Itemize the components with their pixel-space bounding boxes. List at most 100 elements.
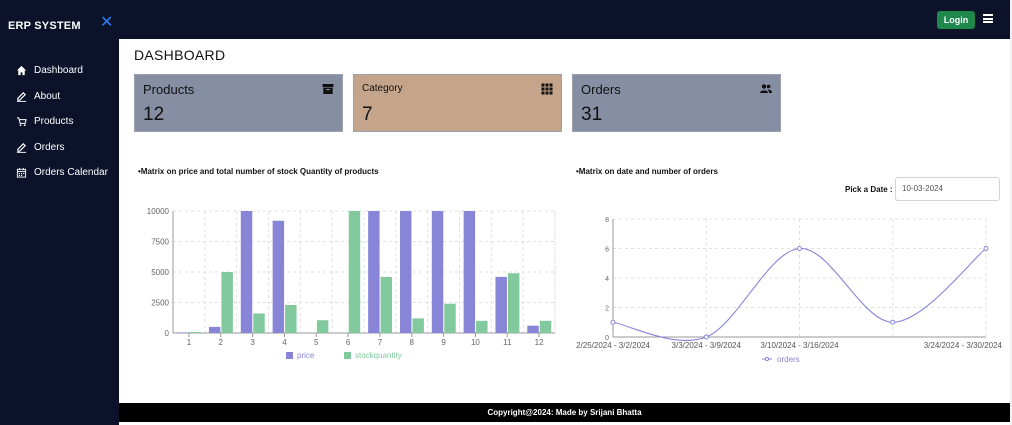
orders-point: [890, 319, 896, 325]
cart-icon: [16, 116, 27, 126]
left-chart-title: •Matrix on price and total number of sto…: [138, 167, 379, 176]
stockquantity-bar: [221, 272, 233, 333]
x-tick-label: 11: [503, 338, 512, 347]
sidebar-item-label: About: [34, 90, 61, 102]
orders-line-chart: 024682/25/2024 - 3/2/2024 3/3/2024 - 3/9/…: [576, 217, 1003, 364]
sidebar: Dashboard About Products Orders Orders C…: [0, 39, 119, 425]
grid-icon: [541, 83, 553, 95]
legend-swatch-point: [764, 356, 770, 362]
hamburger-menu-icon[interactable]: [983, 14, 993, 23]
y-tick-label: 2500: [151, 299, 169, 308]
price-bar: [527, 325, 539, 333]
card-value: 7: [362, 104, 373, 125]
price-bar: [240, 211, 253, 333]
orders-point: [983, 246, 989, 251]
card-title: Orders: [581, 82, 621, 97]
y-tick-label: 5000: [151, 268, 169, 277]
stockquantity-bar: [476, 320, 488, 333]
stockquantity-bar: [253, 313, 265, 333]
stockquantity-bar: [380, 276, 393, 333]
stockquantity-bar: [412, 318, 424, 333]
sidebar-item-dashboard[interactable]: Dashboard: [16, 63, 83, 77]
x-tick-label: 3/10/2024 - 3/16/2024: [760, 341, 839, 350]
x-tick-label: 2: [219, 338, 224, 347]
main-content: DASHBOARD Products 12 Category 7 Orders …: [119, 39, 1010, 403]
top-navbar: ERP SYSTEM ✕ Login: [0, 0, 1010, 39]
x-tick-label: 1: [187, 338, 192, 347]
y-tick-label: 0: [165, 329, 170, 338]
x-tick-label: 3: [250, 338, 255, 347]
sidebar-item-orders[interactable]: Orders: [16, 140, 65, 154]
sidebar-item-orders-calendar[interactable]: Orders Calendar: [16, 165, 108, 179]
users-icon: [760, 84, 772, 93]
legend-swatch: [286, 352, 293, 359]
products-card[interactable]: Products 12: [134, 74, 343, 132]
page-title: DASHBOARD: [134, 47, 226, 63]
stockquantity-bar: [507, 273, 520, 333]
legend-label: stockquantity: [355, 351, 402, 360]
close-icon[interactable]: ✕: [100, 15, 113, 31]
sidebar-item-products[interactable]: Products: [16, 114, 73, 128]
right-chart-title: •Matrix on date and number of orders: [576, 167, 718, 176]
pick-date-label: Pick a Date :: [845, 185, 893, 194]
edit-icon: [16, 91, 27, 102]
x-tick-label: 9: [441, 338, 446, 347]
sidebar-item-label: Products: [34, 115, 74, 127]
stockquantity-bar: [539, 320, 552, 333]
sidebar-item-label: Dashboard: [34, 64, 83, 76]
stockquantity-bar: [285, 304, 297, 333]
y-tick-label: 2: [605, 306, 609, 313]
price-bar: [208, 326, 221, 333]
price-bar: [272, 220, 285, 333]
x-tick-label: 12: [535, 338, 544, 347]
date-input[interactable]: 10-03-2024: [895, 177, 1000, 201]
footer: Copyright@2024: Made by Srijani Bhatta: [119, 403, 1010, 422]
y-tick-label: 10000: [147, 207, 170, 216]
x-tick-label: 6: [346, 338, 351, 347]
price-bar: [463, 211, 476, 333]
brand-title: ERP SYSTEM: [8, 20, 81, 32]
card-value: 12: [143, 104, 165, 125]
price-bar: [177, 332, 189, 333]
legend-label: orders: [777, 355, 800, 364]
price-stock-bar-chart: 0250050007500100001 2 3 4 5 6 7 8 9 10 11 12price st…: [147, 207, 556, 360]
stockquantity-bar: [316, 320, 329, 333]
card-title: Category: [362, 83, 403, 94]
stockquantity-bar: [444, 303, 456, 333]
x-tick-label: 3/3/2024 - 3/9/2024: [672, 341, 742, 350]
stockquantity-bar: [189, 332, 202, 333]
orders-point: [610, 319, 616, 325]
sidebar-item-label: Orders Calendar: [34, 166, 108, 178]
x-tick-label: 8: [410, 338, 415, 347]
login-button[interactable]: Login: [937, 11, 975, 29]
legend-label: price: [297, 351, 315, 360]
edit-icon: [16, 142, 27, 153]
category-card[interactable]: Category 7: [353, 74, 562, 132]
sidebar-item-about[interactable]: About: [16, 89, 60, 103]
price-bar: [368, 211, 380, 333]
orders-card[interactable]: Orders 31: [572, 74, 781, 132]
archive-icon: [322, 84, 334, 94]
price-bar: [495, 276, 507, 333]
calendar-icon: [16, 167, 27, 178]
y-tick-label: 8: [605, 217, 609, 224]
x-tick-label: 4: [282, 338, 287, 347]
stockquantity-bar: [348, 211, 361, 333]
y-tick-label: 4: [605, 276, 609, 283]
x-tick-label: 2/25/2024 - 3/2/2024: [576, 341, 650, 350]
orders-point: [797, 246, 802, 251]
legend-swatch: [344, 352, 351, 359]
x-tick-label: 10: [471, 338, 480, 347]
orders-point: [703, 334, 709, 340]
card-title: Products: [143, 82, 195, 97]
x-tick-label: 7: [378, 338, 383, 347]
x-tick-label: 5: [314, 338, 319, 347]
y-tick-label: 6: [605, 247, 609, 254]
x-tick-label: 3/24/2024 - 3/30/2024: [924, 341, 1003, 350]
sidebar-item-label: Orders: [34, 141, 65, 153]
price-bar: [431, 211, 444, 333]
home-icon: [16, 65, 27, 75]
card-value: 31: [581, 104, 603, 125]
y-tick-label: 7500: [151, 238, 169, 247]
price-bar: [399, 211, 412, 333]
